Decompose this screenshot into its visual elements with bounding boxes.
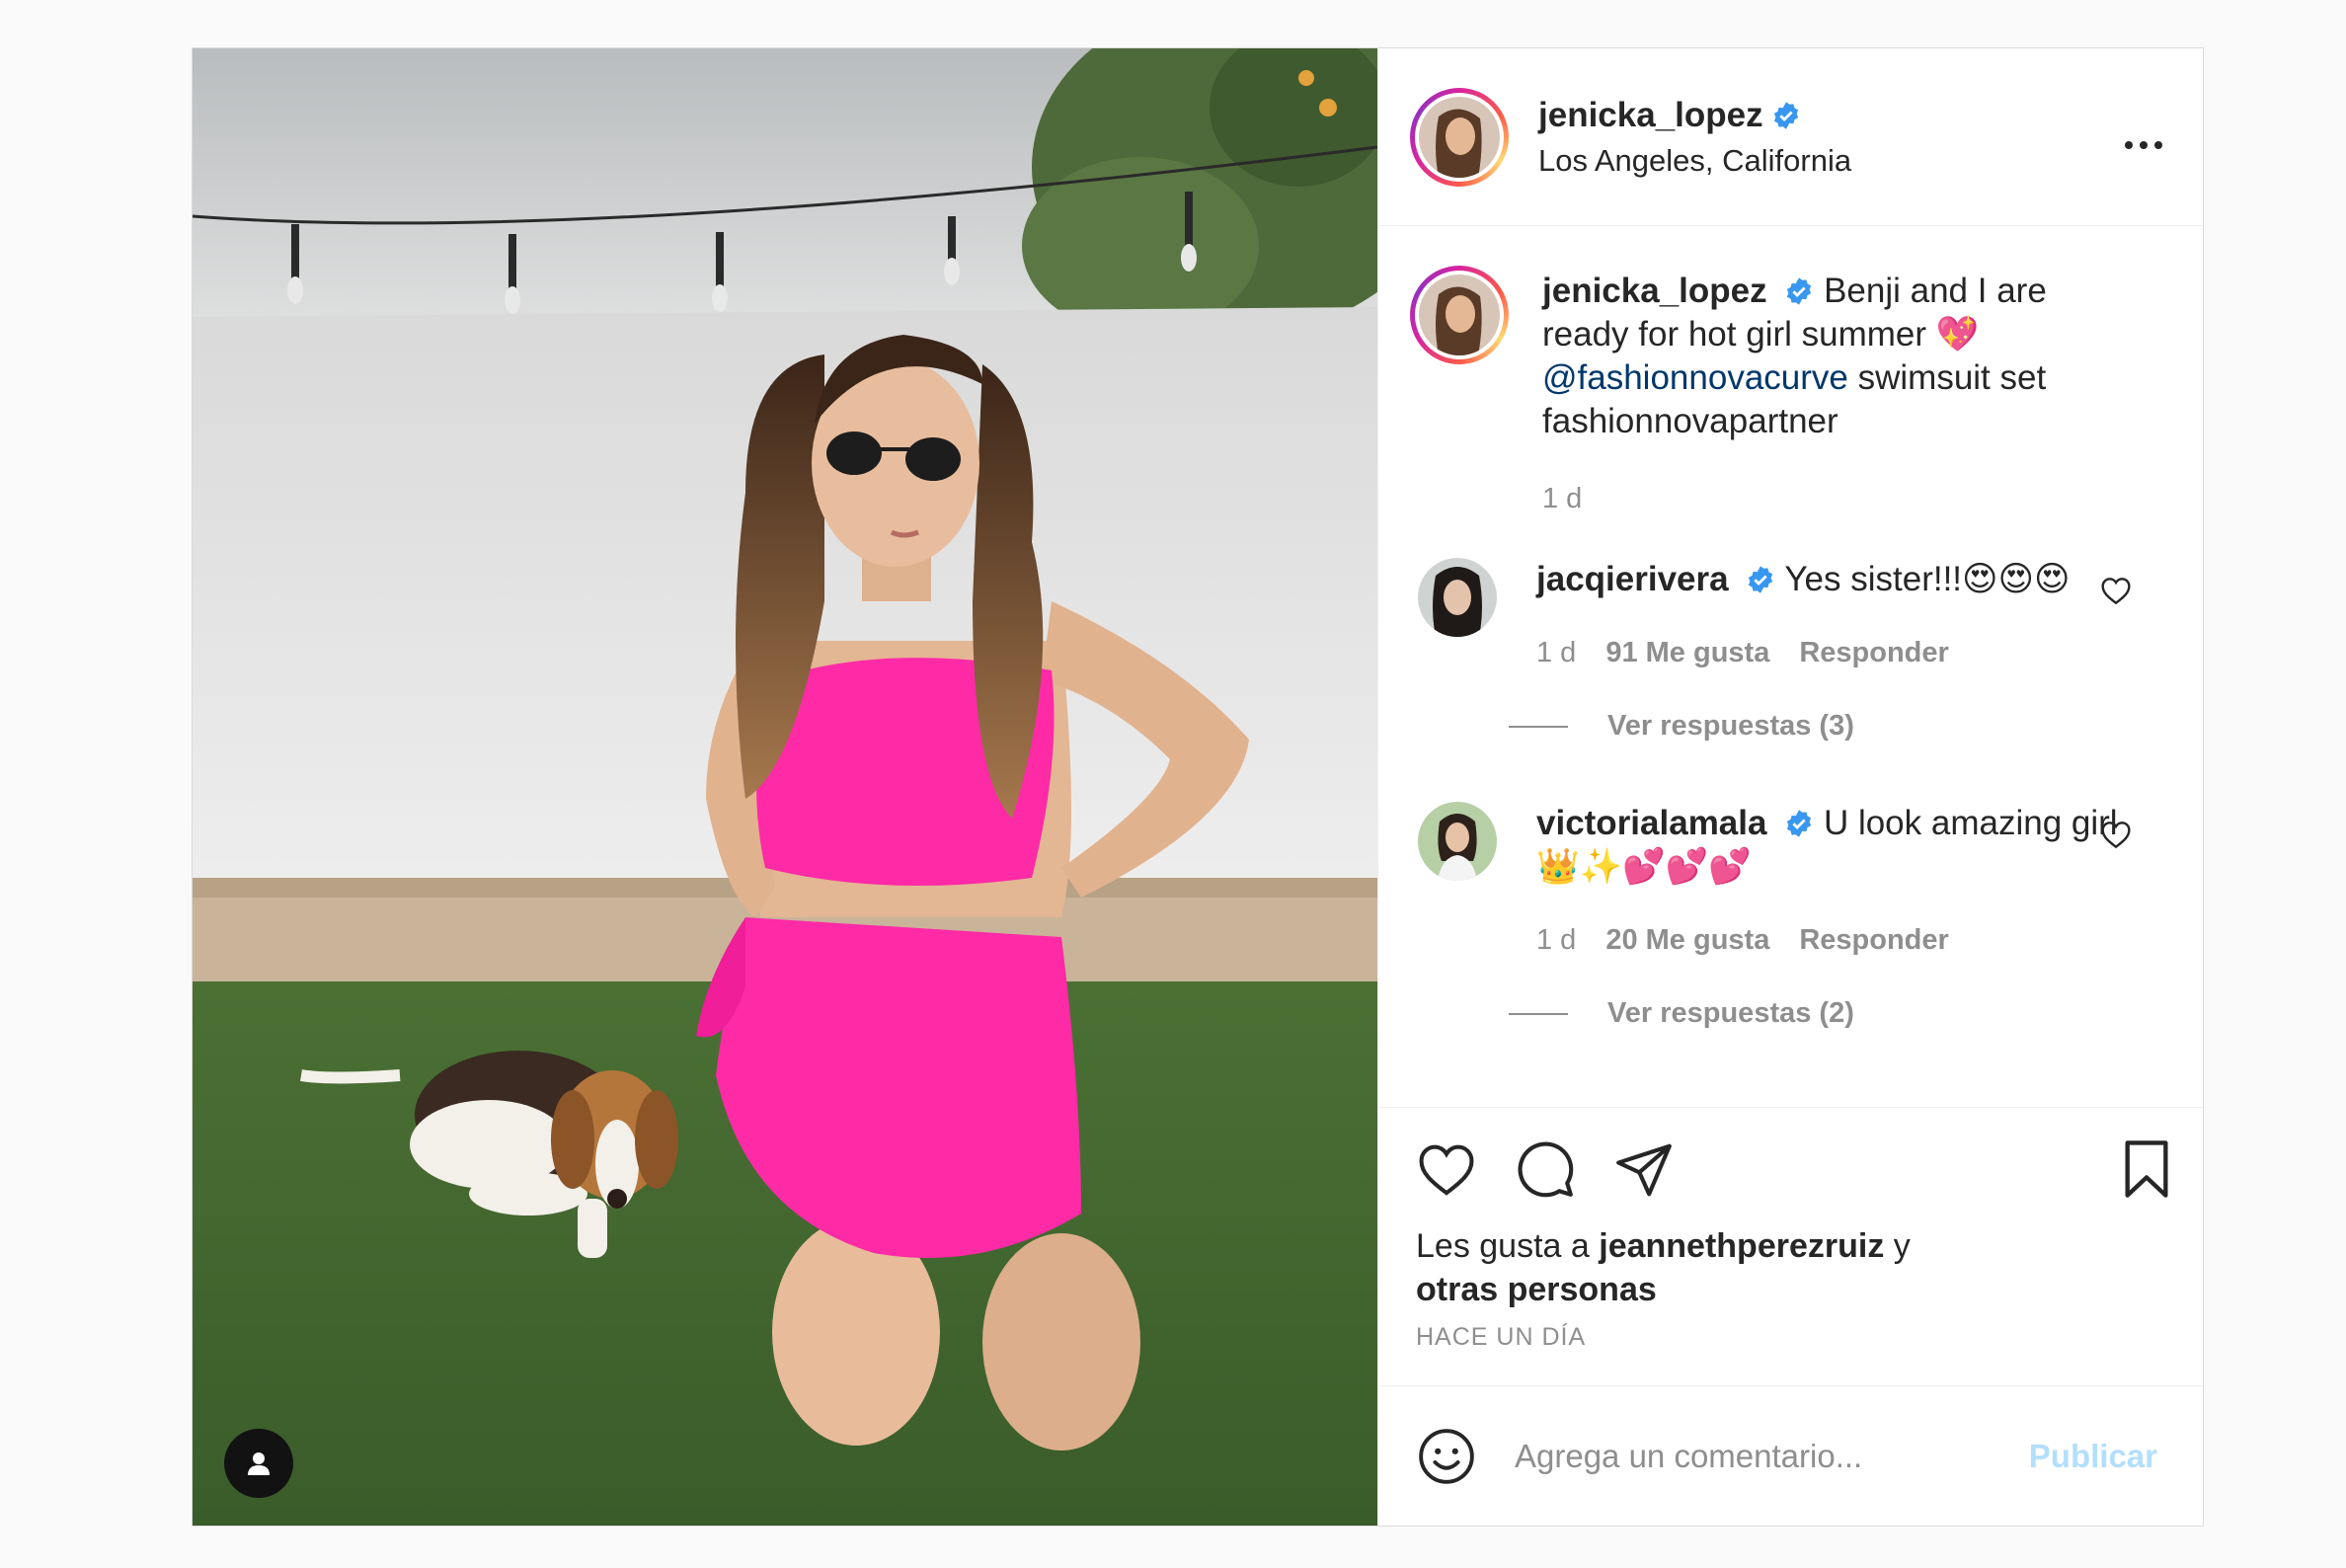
caption-avatar: [1419, 274, 1500, 355]
reply-button[interactable]: Responder: [1799, 918, 1948, 962]
view-replies-label: Ver respuestas (2): [1607, 997, 1854, 1029]
verified-badge-icon: [1787, 810, 1812, 837]
post-location[interactable]: Los Angeles, California: [1538, 143, 2120, 179]
heart-icon[interactable]: [2100, 576, 2132, 605]
more-options-icon: [2125, 140, 2162, 149]
story-ring[interactable]: [1410, 87, 1509, 187]
comment-likes[interactable]: 20 Me gusta: [1605, 918, 1769, 962]
caption-avatar-ring[interactable]: [1410, 266, 1509, 364]
save-button[interactable]: [2118, 1137, 2175, 1201]
caption: jenicka_lopez Benji and I are ready for …: [1410, 266, 2167, 520]
add-comment-bar: Publicar: [1378, 1385, 2203, 1526]
publish-button[interactable]: Publicar: [2023, 1437, 2163, 1476]
paper-plane-icon: [1616, 1143, 1672, 1197]
header-username[interactable]: jenicka_lopez: [1538, 96, 1763, 134]
comment-input[interactable]: [1513, 1436, 2023, 1476]
caption-username[interactable]: jenicka_lopez: [1542, 272, 1767, 310]
emoji-button[interactable]: [1416, 1426, 1477, 1487]
comments-section: jenicka_lopez Benji and I are ready for …: [1378, 226, 2203, 1107]
comment-icon: [1518, 1141, 1574, 1198]
comment-text: Yes sister!!!😍😍😍: [1784, 560, 2071, 598]
share-button[interactable]: [1613, 1138, 1675, 1200]
comment-username[interactable]: jacqierivera: [1536, 560, 1729, 598]
post-timestamp[interactable]: HACE UN DÍA: [1416, 1323, 2167, 1352]
comment-time[interactable]: 1 d: [1536, 631, 1576, 674]
comment-item: jacqierivera Yes sister!!!😍😍😍 1 d 91 Me …: [1410, 558, 2167, 674]
post-photo[interactable]: [193, 48, 1377, 1526]
user-tag-button[interactable]: [224, 1429, 293, 1498]
view-replies-button[interactable]: Ver respuestas (2): [1509, 997, 2167, 1030]
comment-item: victorialamala U look amazing girl 👑✨💕💕💕…: [1410, 802, 2167, 962]
likes-suffix: y: [1893, 1227, 1911, 1265]
verified-badge-icon: [1773, 101, 1798, 129]
post-header: jenicka_lopez Los Angeles, California: [1378, 48, 2203, 226]
replies-divider: [1509, 725, 1568, 728]
smiley-icon: [1419, 1428, 1474, 1484]
heart-icon[interactable]: [2100, 820, 2132, 849]
like-button[interactable]: [1416, 1141, 1477, 1197]
post-container: jenicka_lopez Los Angeles, California je…: [192, 47, 2204, 1527]
post-actions: Les gusta a jeannethperezruiz y otras pe…: [1378, 1107, 2203, 1385]
comment-likes[interactable]: 91 Me gusta: [1605, 631, 1769, 674]
reply-button[interactable]: Responder: [1799, 631, 1948, 674]
comment-time[interactable]: 1 d: [1536, 918, 1576, 962]
likes-others-link[interactable]: otras personas: [1416, 1271, 1657, 1308]
comment-avatar[interactable]: [1418, 802, 1497, 881]
comment-avatar[interactable]: [1418, 558, 1497, 637]
user-tag-icon: [248, 1452, 270, 1475]
photo-illustration: [193, 48, 1377, 1526]
post-side-panel: jenicka_lopez Los Angeles, California je…: [1377, 48, 2203, 1526]
more-options-button[interactable]: [2120, 118, 2167, 157]
comment-username[interactable]: victorialamala: [1536, 804, 1766, 842]
verified-badge-icon: [1749, 566, 1773, 593]
likes-prefix: Les gusta a: [1416, 1227, 1590, 1265]
comment-button[interactable]: [1515, 1138, 1576, 1200]
caption-mention[interactable]: @fashionnovacurve: [1542, 358, 1848, 397]
view-replies-button[interactable]: Ver respuestas (3): [1509, 710, 2167, 743]
bookmark-icon: [2125, 1140, 2168, 1198]
avatar: [1419, 96, 1500, 178]
replies-divider: [1509, 1012, 1568, 1015]
heart-icon: [1419, 1144, 1474, 1196]
verified-badge-icon: [1787, 277, 1812, 305]
likes-user-link[interactable]: jeannethperezruiz: [1599, 1227, 1884, 1265]
caption-time[interactable]: 1 d: [1542, 477, 1582, 520]
likes-summary: Les gusta a jeannethperezruiz y otras pe…: [1416, 1224, 2167, 1311]
view-replies-label: Ver respuestas (3): [1607, 710, 1854, 742]
